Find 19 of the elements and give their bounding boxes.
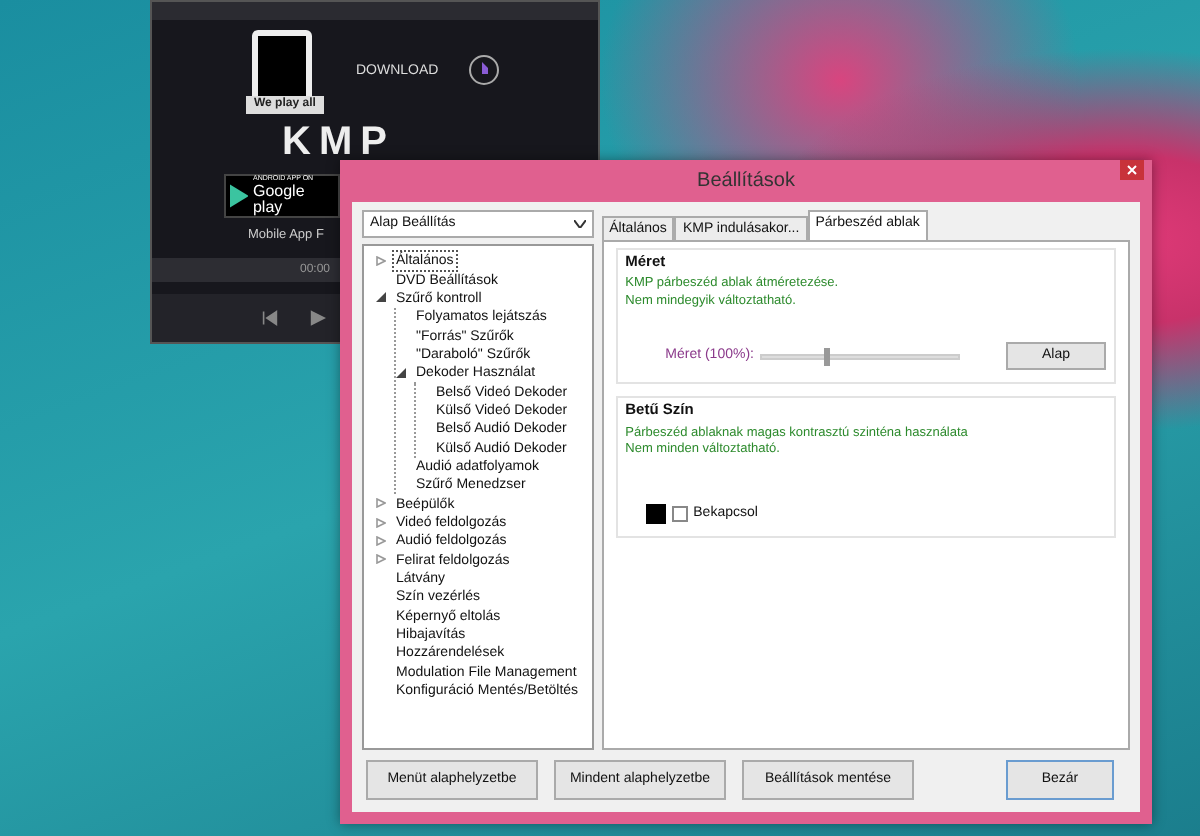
play-triangle-icon <box>230 184 249 208</box>
collapse-icon[interactable] <box>376 292 386 303</box>
expand-icon[interactable] <box>376 498 386 509</box>
collapse-icon[interactable] <box>396 367 406 378</box>
expand-icon[interactable] <box>376 517 386 528</box>
hand-icon <box>468 54 500 86</box>
expand-icon[interactable] <box>376 554 386 565</box>
expand-icon[interactable] <box>376 535 386 546</box>
checkbox[interactable] <box>671 505 688 522</box>
play-icon[interactable] <box>310 310 326 326</box>
color-swatch[interactable] <box>645 503 666 524</box>
slider-thumb[interactable] <box>824 347 831 366</box>
store-name: Google play <box>252 183 307 216</box>
previous-icon[interactable] <box>262 310 278 326</box>
window-title: Beállítások <box>697 168 795 196</box>
caret-icon <box>573 220 586 228</box>
expand-icon[interactable] <box>376 255 386 266</box>
logo-text: KMP <box>282 118 395 166</box>
slider-track[interactable] <box>760 353 960 360</box>
